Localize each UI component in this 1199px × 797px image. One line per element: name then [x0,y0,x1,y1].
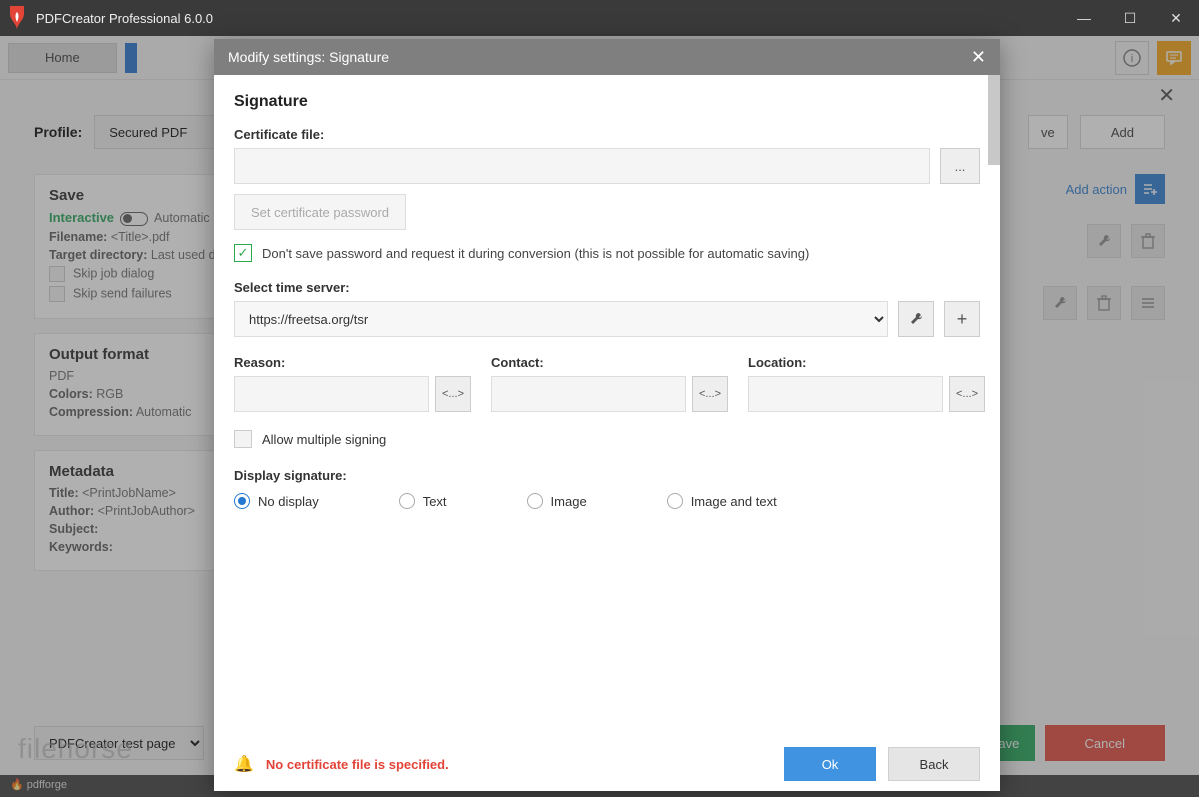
location-label: Location: [748,355,985,370]
cert-file-input[interactable] [234,148,930,184]
server-add-button[interactable]: + [944,301,980,337]
back-button[interactable]: Back [888,747,980,781]
time-server-label: Select time server: [234,280,980,295]
minimize-button[interactable]: — [1061,0,1107,36]
reason-token-button[interactable]: <...> [435,376,471,412]
modal-header: Modify settings: Signature ✕ [214,39,1000,75]
modal-footer: 🔔 No certificate file is specified. Ok B… [214,737,1000,791]
reason-label: Reason: [234,355,471,370]
location-token-button[interactable]: <...> [949,376,985,412]
titlebar: PDFCreator Professional 6.0.0 — ☐ ✕ [0,0,1199,36]
dont-save-checkbox[interactable]: ✓ [234,244,252,262]
allow-multi-checkbox[interactable] [234,430,252,448]
app-logo-icon [8,6,26,30]
contact-token-button[interactable]: <...> [692,376,728,412]
contact-label: Contact: [491,355,728,370]
display-signature-label: Display signature: [234,468,980,483]
modal-close-button[interactable]: ✕ [971,47,986,68]
ok-button[interactable]: Ok [784,747,876,781]
error-text: No certificate file is specified. [266,757,449,772]
contact-input[interactable] [491,376,686,412]
reason-input[interactable] [234,376,429,412]
radio-text[interactable]: Text [399,493,447,509]
browse-button[interactable]: ... [940,148,980,184]
dont-save-label: Don't save password and request it durin… [262,246,809,261]
location-input[interactable] [748,376,943,412]
server-config-button[interactable] [898,301,934,337]
cert-file-label: Certificate file: [234,127,980,142]
signature-heading: Signature [234,93,980,111]
set-password-button[interactable]: Set certificate password [234,194,406,230]
wrench-icon [908,311,924,327]
error-icon: 🔔 [234,754,254,774]
time-server-select[interactable]: https://freetsa.org/tsr [234,301,888,337]
modal-title: Modify settings: Signature [228,49,389,65]
allow-multi-label: Allow multiple signing [262,432,386,447]
signature-modal: Modify settings: Signature ✕ Signature C… [214,39,1000,791]
radio-image[interactable]: Image [527,493,587,509]
maximize-button[interactable]: ☐ [1107,0,1153,36]
radio-no-display[interactable]: No display [234,493,319,509]
window-close-button[interactable]: ✕ [1153,0,1199,36]
window-title: PDFCreator Professional 6.0.0 [36,11,213,26]
radio-image-text[interactable]: Image and text [667,493,777,509]
